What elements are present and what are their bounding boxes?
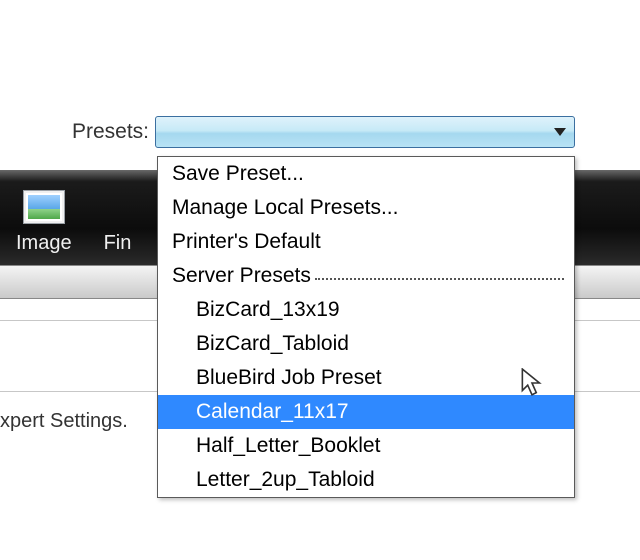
dropdown-section-label: Server Presets (172, 262, 311, 290)
toolbar-item-label: Fin (104, 232, 132, 255)
dropdown-item-server-preset[interactable]: Half_Letter_Booklet (158, 429, 574, 463)
dropdown-item-server-preset[interactable]: Letter_2up_Tabloid (158, 463, 574, 497)
dashed-divider (315, 278, 564, 280)
expert-settings-label: xpert Settings. (0, 410, 128, 433)
presets-dropdown: Save Preset... Manage Local Presets... P… (157, 156, 575, 498)
toolbar-item-image[interactable]: Image (16, 190, 72, 255)
dropdown-item-server-preset[interactable]: BizCard_13x19 (158, 293, 574, 327)
dropdown-item-server-preset[interactable]: Calendar_11x17 (158, 395, 574, 429)
dropdown-item-server-preset[interactable]: BizCard_Tabloid (158, 327, 574, 361)
dropdown-item-printers-default[interactable]: Printer's Default (158, 225, 574, 259)
dropdown-item-manage-local-presets[interactable]: Manage Local Presets... (158, 191, 574, 225)
dropdown-item-server-preset[interactable]: BlueBird Job Preset (158, 361, 574, 395)
dropdown-item-save-preset[interactable]: Save Preset... (158, 157, 574, 191)
presets-label: Presets: (0, 120, 155, 144)
dropdown-section-server-presets: Server Presets (158, 259, 574, 293)
toolbar-item-fin[interactable]: Fin (104, 232, 132, 255)
toolbar-item-label: Image (16, 232, 72, 255)
presets-row: Presets: (0, 110, 640, 154)
chevron-down-icon (554, 128, 566, 136)
image-thumbnail-icon (23, 190, 65, 224)
presets-select[interactable] (155, 116, 575, 148)
